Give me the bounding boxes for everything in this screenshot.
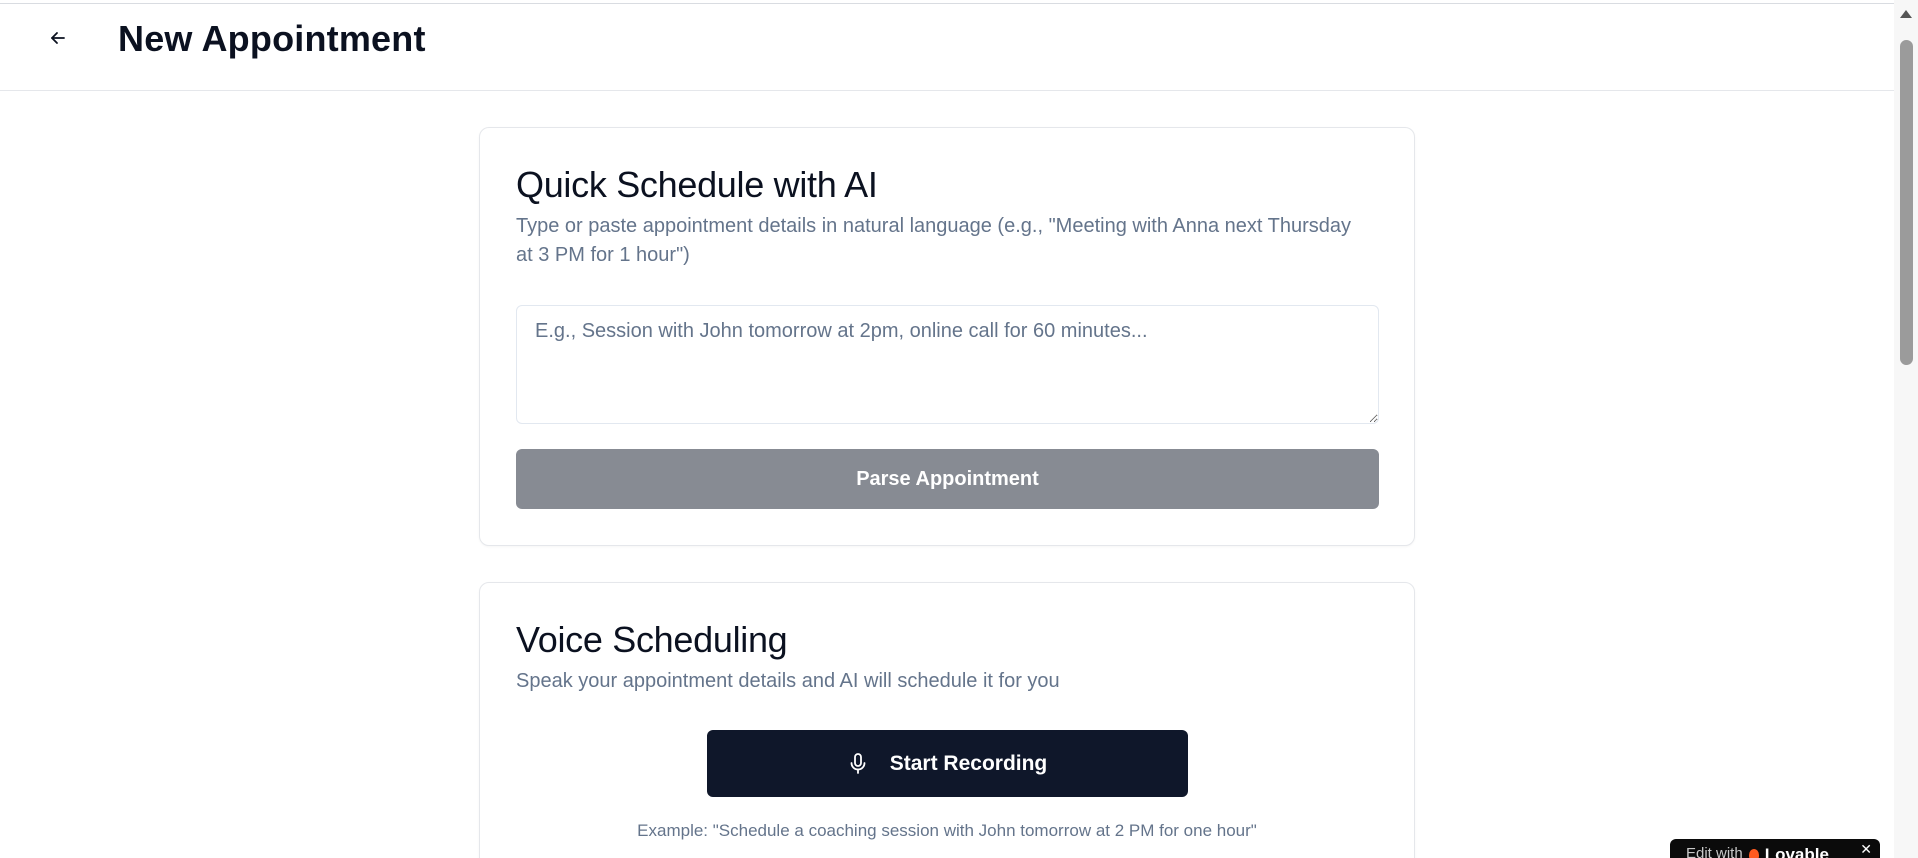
start-recording-button[interactable]: Start Recording xyxy=(707,730,1188,797)
badge-edit-text: Edit with xyxy=(1686,845,1743,858)
natural-language-input[interactable] xyxy=(516,305,1379,424)
start-recording-label: Start Recording xyxy=(889,751,1048,775)
voice-scheduling-description: Speak your appointment details and AI wi… xyxy=(516,670,1060,692)
quick-schedule-description: Type or paste appointment details in nat… xyxy=(516,215,1352,266)
scrollbar-thumb[interactable] xyxy=(1900,40,1913,365)
microphone-icon xyxy=(848,752,868,776)
vertical-scrollbar[interactable] xyxy=(1894,0,1918,858)
quick-schedule-card: Quick Schedule with AI Type or paste app… xyxy=(479,127,1415,546)
lovable-heart-icon xyxy=(1748,849,1759,858)
voice-scheduling-title: Voice Scheduling xyxy=(516,619,788,660)
voice-scheduling-card: Voice Scheduling Speak your appointment … xyxy=(479,582,1415,858)
back-button[interactable] xyxy=(40,22,76,58)
page-title: New Appointment xyxy=(118,18,426,59)
page-header: New Appointment xyxy=(0,4,1894,91)
badge-brand: Lovable xyxy=(1764,845,1829,858)
close-icon[interactable]: ✕ xyxy=(1860,841,1872,858)
arrow-left-icon xyxy=(48,28,68,53)
parse-appointment-button[interactable]: Parse Appointment xyxy=(516,449,1379,509)
edit-with-lovable-badge[interactable]: Edit with Lovable ✕ xyxy=(1670,839,1880,858)
quick-schedule-title: Quick Schedule with AI xyxy=(516,164,878,205)
scroll-up-arrow-icon[interactable] xyxy=(1900,10,1912,18)
voice-example-text: Example: "Schedule a coaching session wi… xyxy=(637,821,1257,840)
